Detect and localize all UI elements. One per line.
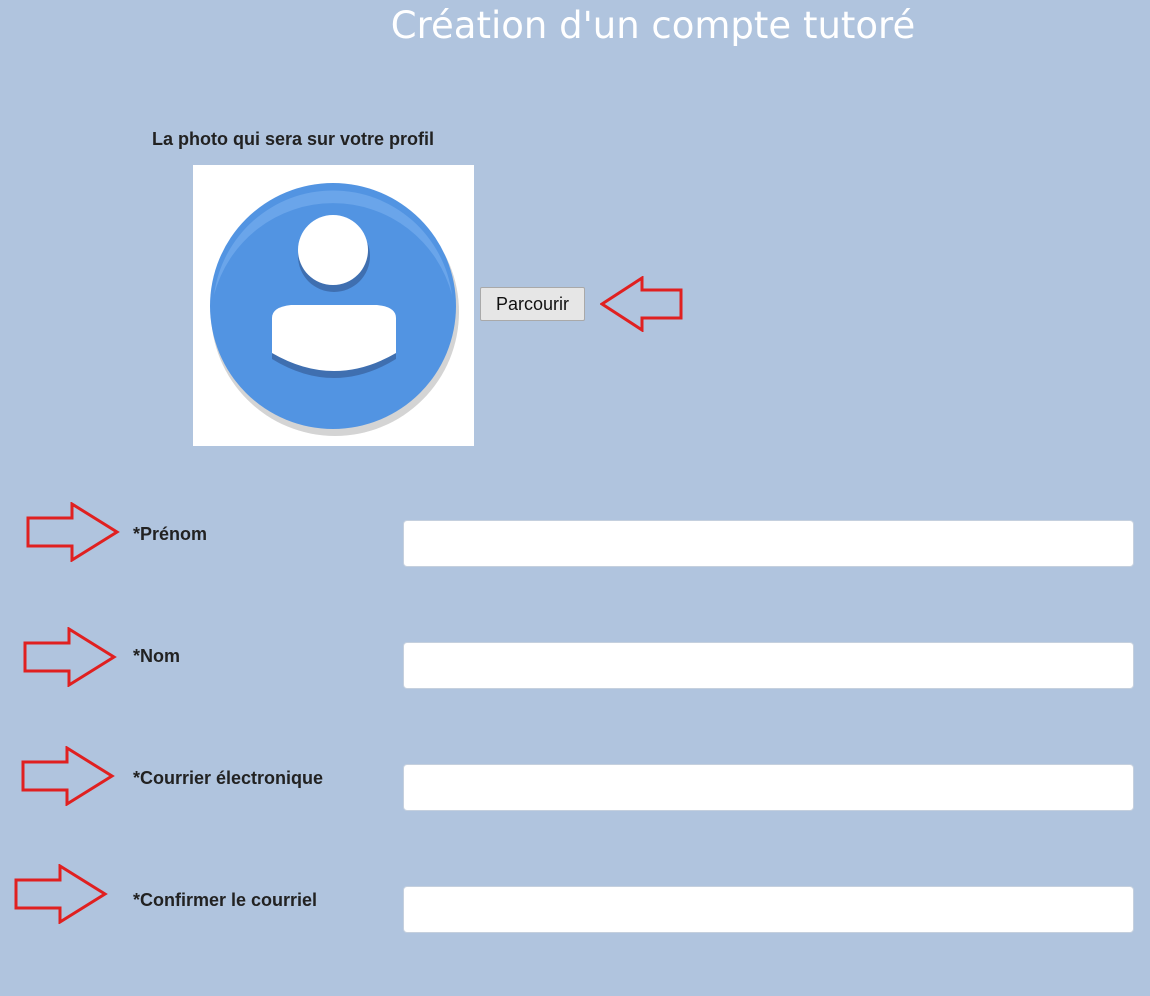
first-name-label: *Prénom (133, 524, 208, 544)
first-name-input[interactable] (403, 520, 1134, 567)
user-avatar-icon (210, 183, 459, 436)
arrow-right-icon (14, 864, 108, 924)
last-name-label: *Nom (133, 646, 181, 666)
photo-label: La photo qui sera sur votre profil (152, 129, 435, 149)
page-title: Création d'un compte tutoré (390, 4, 916, 47)
arrow-right-icon (23, 627, 117, 687)
email-label: *Courrier électronique (133, 768, 324, 788)
arrow-right-icon (21, 746, 115, 806)
confirm-email-input[interactable] (403, 886, 1134, 933)
browse-button[interactable]: Parcourir (480, 287, 585, 321)
confirm-email-label: *Confirmer le courriel (133, 890, 318, 910)
email-input[interactable] (403, 764, 1134, 811)
last-name-input[interactable] (403, 642, 1134, 689)
arrow-left-icon (600, 276, 683, 332)
profile-photo-preview (193, 165, 474, 446)
arrow-right-icon (26, 502, 120, 562)
